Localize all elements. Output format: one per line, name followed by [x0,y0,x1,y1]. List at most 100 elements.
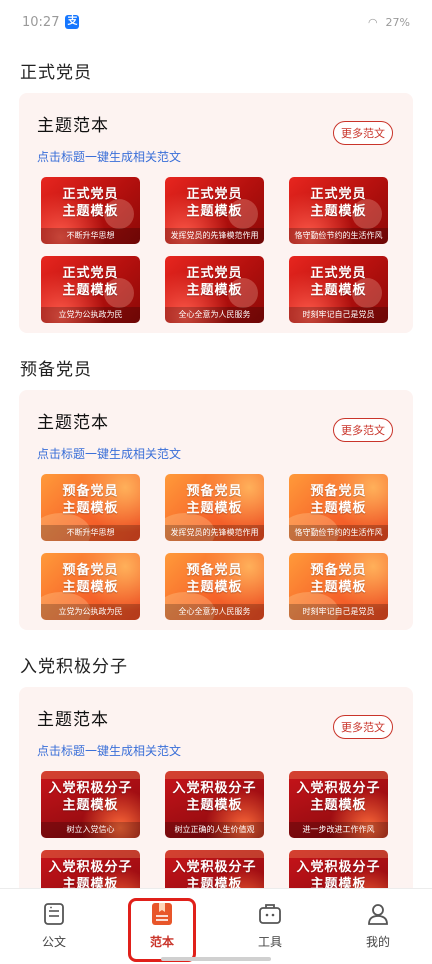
card-header: 主题范本点击标题一键生成相关范文 更多范文 [37,111,395,177]
template-thumbnail[interactable]: 正式党员主题模板不断升华思想 [41,177,140,244]
thumbnail-subtitle: 主题模板 [310,580,367,595]
template-card: 主题范本 点击标题一键生成相关范文 更多范文 预备党员 主题模板 不断升华思想 预备党员 主题… [19,390,413,630]
thumbnail-subtitle: 主题模板 [62,204,119,219]
card-title: 主题范本 [37,413,109,433]
card-header: 主题范本点击标题一键生成相关范文 更多范文 [37,705,395,771]
wifi-icon: ◠ [367,15,378,29]
thumbnail-subtitle: 主题模板 [62,877,119,888]
card-subtitle-link[interactable]: 点击标题一键生成相关范文 [37,742,181,759]
thumbnail-subtitle: 主题模板 [186,283,243,298]
thumbnail-caption: 时刻牢记自己是党员 [289,307,388,323]
sections-container: 正式党员 主题范本 点击标题一键生成相关范文 更多范文 正式党员 主题模板 不断升华思想 正式… [0,44,432,888]
more-templates-button[interactable]: 更多范文 [333,715,393,739]
template-grid: 入党积极分子 主题模板 树立入党信心 入党积极分子 主题模板 树立正确的人生价值观 入党积极… [37,771,395,888]
thumbnail-caption: 时刻牢记自己是党员 [289,604,388,620]
template-thumbnail[interactable]: 预备党员 主题模板 全心全意为人民服务 [165,553,264,620]
card-header: 主题范本点击标题一键生成相关范文 更多范文 [37,408,395,474]
thumbnail-title: 入党积极分子 [48,860,133,875]
thumbnail-subtitle: 主题模板 [310,283,367,298]
status-right: ◠ 27% [368,16,410,29]
tab-profile-label: 我的 [365,935,390,949]
thumbnail-caption: 不断升华思想 [41,228,140,244]
tab-tools[interactable]: 工具 [235,901,305,950]
home-indicator [161,957,271,961]
section-title: 预备党员 [20,360,92,380]
thumbnail-title: 预备党员 [186,563,243,578]
thumbnail-title: 预备党员 [310,563,367,578]
card-subtitle-link[interactable]: 点击标题一键生成相关范文 [37,445,181,462]
thumbnail-caption: 全心全意为人民服务 [165,307,264,323]
template-thumbnail[interactable]: 入党积极分子主题模板 [41,850,140,888]
template-card: 主题范本 点击标题一键生成相关范文 更多范文 入党积极分子 主题模板 树立入党信心 入党积极… [19,687,413,888]
thumbnail-title: 入党积极分子 [172,781,257,796]
template-thumbnail[interactable]: 正式党员主题模板恪守勤俭节约的生活作风 [289,177,388,244]
template-thumbnail[interactable]: 入党积极分子 主题模板 树立正确的人生价值观 [165,771,264,838]
thumbnail-title: 预备党员 [62,563,119,578]
thumbnail-caption: 立党为公执政为民 [41,307,140,323]
tab-templates[interactable]: 范本 [127,901,197,950]
tab-profile[interactable]: 我的 [343,901,413,950]
template-grid: 预备党员 主题模板 不断升华思想 预备党员 主题模板 发挥党员的先锋模范作用 预备党员 主题模… [37,474,395,620]
card-header-text: 主题范本点击标题一键生成相关范文 [37,408,181,474]
template-thumbnail[interactable]: 预备党员主题模板不断升华思想 [41,474,140,541]
template-thumbnail[interactable]: 正式党员主题模板时刻牢记自己是党员 [289,256,388,323]
more-templates-button[interactable]: 更多范文 [333,121,393,145]
battery-level: 27% [385,15,410,29]
section-title: 入党积极分子 [20,657,128,677]
template-thumbnail[interactable]: 预备党员主题模板发挥党员的先锋模范作用 [165,474,264,541]
thumbnail-caption: 进一步改进工作作风 [289,822,388,838]
main-scroll[interactable]: 正式党员 主题范本 点击标题一键生成相关范文 更多范文 正式党员 主题模板 不断升华思想 正式… [0,44,432,888]
thumbnail-subtitle: 主题模板 [310,798,367,813]
thumbnail-caption: 立党为公执政为民 [41,604,140,620]
template-grid: 正式党员 主题模板 不断升华思想 正式党员 主题模板 发挥党员的先锋模范作用 正式党员 主题模… [37,177,395,323]
tab-templates-label: 范本 [149,935,174,949]
thumbnail-caption: 发挥党员的先锋模范作用 [165,525,264,541]
template-thumbnail[interactable]: 预备党员主题模板时刻牢记自己是党员 [289,553,388,620]
template-thumbnail[interactable]: 入党积极分子 主题模板 进一步改进工作作风 [289,771,388,838]
card-header-text: 主题范本点击标题一键生成相关范文 [37,705,181,771]
card-subtitle-link[interactable]: 点击标题一键生成相关范文 [37,148,181,165]
template-thumbnail[interactable]: 入党积极分子 主题模板 树立入党信心 [41,771,140,838]
user-icon [368,904,388,925]
thumbnail-subtitle: 主题模板 [186,501,243,516]
more-templates-button[interactable]: 更多范文 [333,418,393,442]
template-thumbnail[interactable]: 入党积极分子 主题模板 [289,850,388,888]
thumbnail-subtitle: 主题模板 [310,501,367,516]
thumbnail-subtitle: 主题模板 [186,877,243,888]
thumbnail-caption: 发挥党员的先锋模范作用 [165,228,264,244]
thumbnail-title: 正式党员 [310,187,367,202]
template-thumbnail[interactable]: 正式党员主题模板立党为公执政为民 [41,256,140,323]
template-thumbnail[interactable]: 正式党员 主题模板 全心全意为人民服务 [165,256,264,323]
thumbnail-caption: 恪守勤俭节约的生活作风 [289,228,388,244]
status-left: 10:27 支 [22,15,80,30]
card-title: 主题范本 [37,116,109,136]
thumbnail-subtitle: 主题模板 [62,283,119,298]
thumbnail-subtitle: 主题模板 [310,877,367,888]
template-thumbnail[interactable]: 正式党员主题模板发挥党员的先锋模范作用 [165,177,264,244]
thumbnail-subtitle: 主题模板 [62,798,119,813]
thumbnail-title: 正式党员 [310,266,367,281]
thumbnail-caption: 不断升华思想 [41,525,140,541]
thumbnail-title: 正式党员 [186,187,243,202]
thumbnail-subtitle: 主题模板 [186,204,243,219]
tab-tools-label: 工具 [257,935,282,949]
thumbnail-subtitle: 主题模板 [310,204,367,219]
template-thumbnail[interactable]: 入党积极分子 主题模板 [165,850,264,888]
thumbnail-subtitle: 主题模板 [62,501,119,516]
thumbnail-title: 预备党员 [186,484,243,499]
thumbnail-subtitle: 主题模板 [186,798,243,813]
tab-documents[interactable]: 公文 [19,901,89,950]
tab-documents-label: 公文 [41,935,66,949]
thumbnail-caption: 全心全意为人民服务 [165,604,264,620]
template-thumbnail[interactable]: 预备党员 主题模板 立党为公执政为民 [41,553,140,620]
thumbnail-title: 预备党员 [62,484,119,499]
card-title: 主题范本 [37,710,109,730]
bottom-tab-bar: 公文 范本 工具 我的 [0,888,432,964]
thumbnail-caption: 恪守勤俭节约的生活作风 [289,525,388,541]
template-thumbnail[interactable]: 预备党员 主题模板 恪守勤俭节约的生活作风 [289,474,388,541]
alipay-icon: 支 [65,15,80,29]
thumbnail-title: 正式党员 [62,187,119,202]
card-header-text: 主题范本点击标题一键生成相关范文 [37,111,181,177]
thumbnail-title: 正式党员 [62,266,119,281]
